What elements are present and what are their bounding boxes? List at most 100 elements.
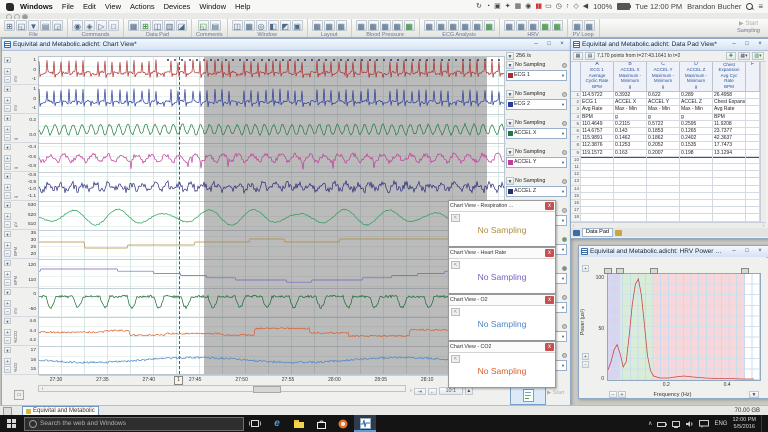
apple-icon[interactable] (6, 2, 14, 11)
table-cell[interactable]: Max - Min (680, 106, 713, 114)
ecg-table-icon[interactable]: ▦ (471, 20, 483, 31)
hrv-add-icon[interactable]: ▦ (551, 20, 563, 31)
hrv-zoom-out-bottom[interactable]: − (609, 391, 617, 398)
table-cell[interactable] (680, 214, 713, 222)
hrv-zoom-in-left[interactable]: + (582, 353, 589, 360)
overlay-window-2[interactable]: Chart View - Heart Rate x ⇱ No Sampling (448, 247, 556, 294)
scale-plus-button[interactable]: + (4, 97, 11, 104)
scale-plus-button[interactable]: + (4, 68, 11, 75)
table-cell[interactable] (647, 200, 680, 208)
table-cell[interactable]: 0.5722 (647, 120, 680, 128)
minimize-icon[interactable]: – (728, 247, 740, 257)
menu-item-devices[interactable]: Devices (164, 2, 191, 11)
volume-icon[interactable]: ◀ (583, 0, 588, 13)
table-cell[interactable] (746, 185, 760, 193)
table-cell[interactable] (713, 185, 746, 193)
table-cell[interactable] (581, 164, 614, 172)
table-cell[interactable] (746, 164, 760, 172)
table-cell[interactable]: Chest Expans (713, 99, 746, 107)
table-cell[interactable] (746, 192, 760, 200)
datapad-view-options-icon[interactable]: ▦▾ (738, 51, 750, 60)
add-to-datapad-icon[interactable]: ✚ (726, 51, 736, 60)
table-cell[interactable]: 42.3637 (713, 135, 746, 143)
show-desktop-button[interactable] (761, 415, 764, 432)
taskbar-app-browser[interactable] (332, 415, 354, 432)
print-icon[interactable]: ▤ (40, 20, 51, 31)
overlay-window-4[interactable]: Chart View - CO2 x ⇱ No Sampling (448, 341, 556, 388)
scale-minus-button[interactable]: − (4, 366, 11, 373)
hrv-settings-icon[interactable]: ▦ (503, 20, 515, 31)
display-icon[interactable]: ▦ (515, 0, 522, 13)
chevron-down-icon[interactable]: ▼ (561, 131, 565, 136)
table-cell[interactable] (680, 156, 713, 164)
table-cell[interactable] (746, 178, 760, 186)
scale-plus-button[interactable]: + (4, 271, 11, 278)
table-cell[interactable] (713, 207, 746, 215)
table-cell[interactable]: 0.2007 (647, 149, 680, 157)
compression-ratio[interactable]: 10:1 (438, 387, 463, 395)
grid-icon[interactable]: ▦ (128, 20, 139, 31)
hrv-axis-dropdown[interactable]: ▼ (749, 391, 759, 398)
menu-item-help[interactable]: Help (235, 2, 250, 11)
datapad-col-header-e[interactable]: Chest Expansion Avg Cyc Rate BPM (713, 62, 746, 92)
table-cell[interactable] (647, 171, 680, 179)
add-comment-icon[interactable]: ◱ (197, 20, 209, 31)
channel-select-box[interactable]: ECG 1 ▼ (506, 69, 567, 81)
monitor-icon[interactable]: ▭ (545, 0, 552, 13)
chevron-down-icon[interactable]: ▼ (561, 73, 565, 78)
table-cell[interactable] (647, 178, 680, 186)
table-cell[interactable]: 0.163 (614, 149, 647, 157)
table-cell[interactable] (581, 207, 614, 215)
scale-minus-button[interactable]: − (4, 105, 11, 112)
table-cell[interactable] (614, 156, 647, 164)
table-cell[interactable] (713, 178, 746, 186)
table-cell[interactable] (614, 164, 647, 172)
chevron-down-icon[interactable]: ▼ (506, 177, 514, 185)
table-cell[interactable] (713, 171, 746, 179)
bp-add-icon[interactable]: ▦ (403, 20, 415, 31)
antivirus-icon[interactable]: ✦ (505, 0, 511, 13)
table-cell[interactable] (581, 214, 614, 222)
chart-icon[interactable]: ◪ (176, 20, 187, 31)
scroll-left-icon[interactable]: ‹ (39, 386, 46, 392)
overlay-mini-icon[interactable]: ⇱ (451, 214, 460, 222)
table-cell[interactable] (581, 200, 614, 208)
table-cell[interactable]: 115.9891 (581, 135, 614, 143)
sampling-panel-button[interactable] (510, 386, 546, 405)
table-cell[interactable] (680, 192, 713, 200)
table-row-16[interactable]: 16 (571, 200, 760, 208)
comment-balloon-icon[interactable]: ▭ (14, 390, 24, 400)
channel-status-icon[interactable] (562, 149, 567, 155)
channel-select-row[interactable]: ECG 1 ▼ (506, 69, 567, 81)
overlay-mini-icon[interactable]: ⇱ (451, 261, 460, 269)
menu-item-view[interactable]: View (105, 2, 121, 11)
table-cell[interactable]: 0.1862 (647, 135, 680, 143)
close-icon[interactable]: x (545, 202, 554, 210)
table-cell[interactable] (713, 192, 746, 200)
scale-minus-button[interactable]: − (4, 221, 11, 228)
overlay-titlebar[interactable]: Chart View - O2 x (449, 295, 555, 306)
table-cell[interactable] (647, 214, 680, 222)
channel-status-icon[interactable] (562, 323, 567, 329)
table-cell[interactable] (746, 128, 760, 136)
chevron-down-icon[interactable]: ▼ (506, 61, 514, 69)
table-cell[interactable]: 0.622 (647, 92, 680, 100)
chat-icon[interactable] (699, 415, 710, 432)
table-cell[interactable] (680, 185, 713, 193)
datapad-col-header-D[interactable]: D ACCEL Z Maximum - Minimum g (680, 62, 713, 92)
channel-status-icon[interactable] (562, 120, 567, 126)
scale-minus-button[interactable]: − (4, 250, 11, 257)
scroll-right-icon[interactable]: › (410, 388, 412, 394)
taskbar-app-store[interactable] (310, 415, 332, 432)
scale-plus-button[interactable]: + (4, 126, 11, 133)
table-row-6[interactable]: 6 114.6757 0.143 0.1853 0.1265 23.7377 (571, 128, 760, 136)
table-row-10[interactable]: 10 (571, 156, 760, 164)
layout-grid-icon[interactable]: ▦ (311, 20, 323, 31)
close-icon[interactable]: × (754, 40, 766, 50)
close-icon[interactable]: x (545, 249, 554, 257)
table-cell[interactable] (647, 164, 680, 172)
table-cell[interactable]: 0.2052 (647, 142, 680, 150)
control-center-icon[interactable]: ≡ (758, 2, 763, 11)
table-cell[interactable] (746, 171, 760, 179)
table-row-5[interactable]: 5 110.4649 0.2115 0.5722 0.2595 11.9208 (571, 120, 760, 128)
